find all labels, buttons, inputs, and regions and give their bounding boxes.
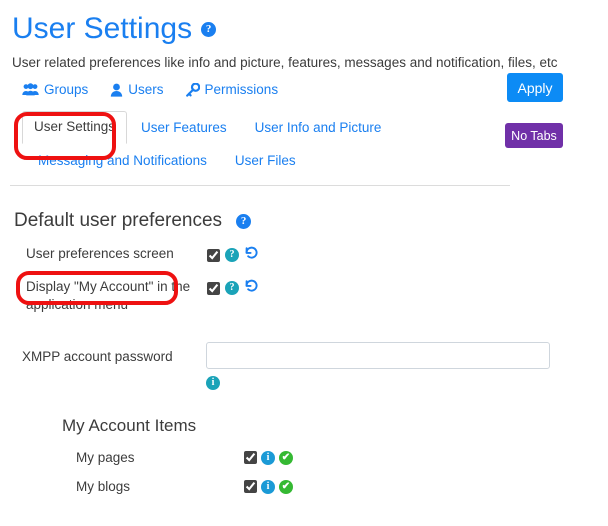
section-header: Default user preferences ?: [14, 210, 608, 232]
xmpp-password-input[interactable]: [206, 342, 550, 369]
key-icon: [185, 82, 200, 97]
help-circle-icon[interactable]: ?: [225, 281, 239, 295]
check-circle-icon[interactable]: ✔: [279, 479, 293, 494]
preference-checkbox-display-my-account[interactable]: [207, 281, 220, 295]
tab-user-files[interactable]: User Files: [221, 146, 310, 177]
account-item-controls: i ✔: [244, 479, 293, 494]
info-circle-icon[interactable]: i: [261, 479, 275, 494]
xmpp-field-column: i: [206, 342, 550, 390]
preference-row-display-my-account: Display "My Account" in the application …: [0, 277, 608, 314]
xmpp-password-label: XMPP account password: [22, 349, 173, 364]
page-description: User related preferences like info and p…: [12, 55, 558, 70]
preference-checkbox-user-preferences-screen[interactable]: [207, 248, 220, 262]
nav-link-groups-label: Groups: [44, 82, 89, 97]
tab-messaging-and-notifications[interactable]: Messaging and Notifications: [24, 146, 221, 177]
nav-link-users[interactable]: Users: [110, 82, 164, 97]
page-header: User Settings ?: [0, 0, 608, 48]
info-circle-icon[interactable]: i: [206, 376, 220, 390]
tab-divider: [10, 185, 510, 186]
account-item-checkbox-my-blogs[interactable]: [244, 480, 257, 493]
check-circle-icon[interactable]: ✔: [279, 450, 293, 465]
nav-link-permissions[interactable]: Permissions: [185, 82, 279, 97]
section-title: Default user preferences: [14, 210, 223, 231]
preference-row-user-preferences-screen: User preferences screen ?: [0, 244, 608, 265]
account-item-label: My pages: [76, 450, 135, 465]
preference-controls: ?: [207, 244, 259, 265]
nav-link-groups[interactable]: Groups: [22, 82, 88, 97]
page-title: User Settings: [12, 12, 193, 45]
account-item-label: My blogs: [76, 479, 131, 494]
tab-row-1: User Settings User Features User Info an…: [22, 111, 512, 144]
account-item-checkbox-my-pages[interactable]: [244, 451, 257, 464]
tab-user-info-and-picture[interactable]: User Info and Picture: [241, 113, 396, 144]
preference-label: User preferences screen: [26, 246, 174, 261]
groups-icon: [22, 83, 39, 96]
section-help-circle-icon[interactable]: ?: [236, 213, 252, 229]
reset-arrow-icon[interactable]: [244, 245, 259, 265]
reset-arrow-icon[interactable]: [244, 278, 259, 298]
account-item-controls: i ✔: [244, 450, 293, 465]
nav-link-permissions-label: Permissions: [204, 82, 279, 97]
no-tabs-button[interactable]: No Tabs: [505, 123, 563, 148]
xmpp-password-row: XMPP account password i: [0, 342, 608, 390]
preference-controls: ?: [207, 277, 259, 298]
info-circle-icon[interactable]: i: [261, 450, 275, 465]
tab-row-2: Messaging and Notifications User Files: [22, 146, 512, 177]
user-icon: [110, 83, 123, 97]
tab-bar: User Settings User Features User Info an…: [10, 111, 512, 186]
account-item-row-my-pages: My pages i ✔: [0, 450, 608, 465]
apply-button[interactable]: Apply: [507, 73, 563, 102]
account-item-row-my-blogs: My blogs i ✔: [0, 479, 608, 494]
nav-link-users-label: Users: [128, 82, 164, 97]
preference-label: Display "My Account" in the application …: [26, 279, 191, 312]
tab-user-settings[interactable]: User Settings: [22, 111, 128, 144]
help-circle-icon[interactable]: ?: [225, 248, 239, 262]
subsection-title-my-account-items: My Account Items: [62, 416, 197, 435]
help-circle-icon[interactable]: ?: [201, 21, 217, 37]
tab-user-features[interactable]: User Features: [127, 113, 241, 144]
